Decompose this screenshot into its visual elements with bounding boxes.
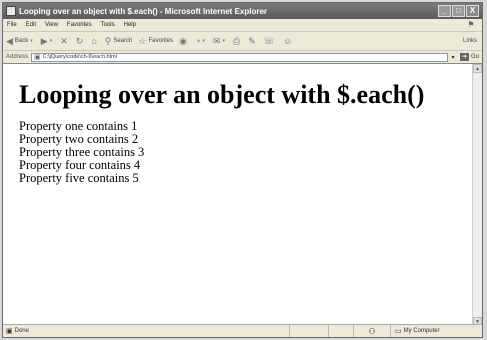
chevron-down-icon: ▾ (49, 38, 53, 44)
standard-toolbar: ◀ Back ▾ ▶ ▾ ✕ ↻ ⌂ ⚲ Search ☆ Favorites … (3, 32, 482, 51)
security-zone: ▭ My Computer (390, 325, 479, 337)
property-line: Property five contains 5 (19, 171, 139, 185)
menu-bar: File Edit View Favorites Tools Help ⚑ (3, 19, 482, 32)
back-button[interactable]: ◀ Back ▾ (6, 36, 35, 47)
window-title: Looping over an object with $.each() - M… (19, 6, 268, 16)
mail-icon: ✉ (212, 35, 221, 46)
computer-icon: ▭ (395, 328, 402, 335)
discuss-icon: ☏ (263, 35, 276, 46)
forward-button[interactable]: ▶ ▾ (41, 36, 54, 47)
scroll-up-arrow-icon[interactable]: ▲ (473, 64, 482, 73)
windows-flag-icon: ⚑ (467, 20, 475, 29)
status-done: ▣ Done (6, 327, 289, 335)
menu-file[interactable]: File (7, 22, 17, 28)
edit-icon: ✎ (248, 35, 256, 46)
address-value: C:\jQuery\code\ch-6\each.html (42, 54, 117, 60)
refresh-button[interactable]: ↻ (76, 36, 86, 47)
search-icon: ⚲ (104, 35, 112, 46)
page-content: Looping over an object with $.each() Pro… (3, 64, 473, 326)
page-heading: Looping over an object with $.each() (19, 80, 425, 109)
history-icon: ◔ (194, 36, 201, 46)
chevron-down-icon: ▾ (222, 38, 225, 44)
page-status-icon: ▣ (6, 328, 13, 335)
menu-favorites[interactable]: Favorites (67, 22, 92, 28)
history-button[interactable]: ◔ ▾ (195, 36, 207, 46)
address-dropdown-icon[interactable]: ▾ (449, 54, 457, 61)
menu-tools[interactable]: Tools (101, 22, 115, 28)
go-arrow-icon: ➔ (459, 53, 469, 61)
media-button[interactable]: ◉ (179, 36, 189, 47)
mail-button[interactable]: ✉ ▾ (213, 36, 227, 47)
refresh-icon: ↻ (75, 35, 84, 46)
search-label: Search (113, 38, 133, 44)
go-button[interactable]: ➔ Go (459, 53, 479, 61)
address-input[interactable]: ▣ C:\jQuery\code\ch-6\each.html (31, 52, 448, 62)
ie-app-icon (6, 6, 16, 16)
print-icon: ⎙ (233, 35, 241, 46)
home-button[interactable]: ⌂ (91, 36, 98, 46)
chevron-down-icon: ▾ (30, 38, 33, 44)
favorites-button[interactable]: ☆ Favorites (138, 36, 173, 47)
maximize-button[interactable]: □ (452, 5, 465, 17)
zone-label: My Computer (403, 328, 440, 334)
title-bar[interactable]: Looping over an object with $.each() - M… (3, 3, 482, 19)
browser-window: Looping over an object with $.each() - M… (2, 2, 483, 338)
menu-edit[interactable]: Edit (26, 22, 36, 28)
home-icon: ⌂ (91, 36, 97, 46)
close-button[interactable]: X (466, 5, 479, 17)
menu-view[interactable]: View (45, 22, 58, 28)
minimize-button[interactable]: _ (438, 5, 451, 17)
stop-button[interactable]: ✕ (60, 36, 70, 47)
links-button[interactable]: Links (463, 38, 477, 44)
search-button[interactable]: ⚲ Search (105, 36, 133, 47)
discuss-button[interactable]: ☏ (264, 36, 277, 47)
messenger-button[interactable]: ☺ (283, 36, 294, 46)
forward-arrow-icon: ▶ (40, 35, 48, 46)
back-label: Back (14, 38, 29, 44)
status-segment (289, 325, 328, 337)
page-viewport[interactable]: Looping over an object with $.each() Pro… (3, 63, 482, 326)
back-arrow-icon: ◀ (6, 35, 13, 46)
star-icon: ☆ (138, 35, 147, 46)
menu-help[interactable]: Help (124, 22, 136, 28)
edit-button[interactable]: ✎ (248, 36, 258, 47)
address-label: Address (6, 54, 29, 60)
media-icon: ◉ (179, 35, 187, 46)
print-button[interactable]: ⎙ (233, 36, 242, 47)
status-segment (328, 325, 353, 337)
messenger-icon: ☺ (283, 36, 293, 46)
connection-icon: ⚇ (353, 325, 390, 337)
favorites-label: Favorites (148, 38, 174, 44)
page-icon: ▣ (34, 54, 41, 61)
vertical-scrollbar[interactable]: ▲ ▼ (472, 64, 482, 326)
status-bar: ▣ Done ⚇ ▭ My Computer (3, 324, 482, 337)
status-text: Done (14, 328, 29, 334)
chevron-down-icon: ▾ (202, 38, 205, 44)
go-label: Go (470, 54, 479, 60)
stop-icon: ✕ (60, 35, 68, 46)
